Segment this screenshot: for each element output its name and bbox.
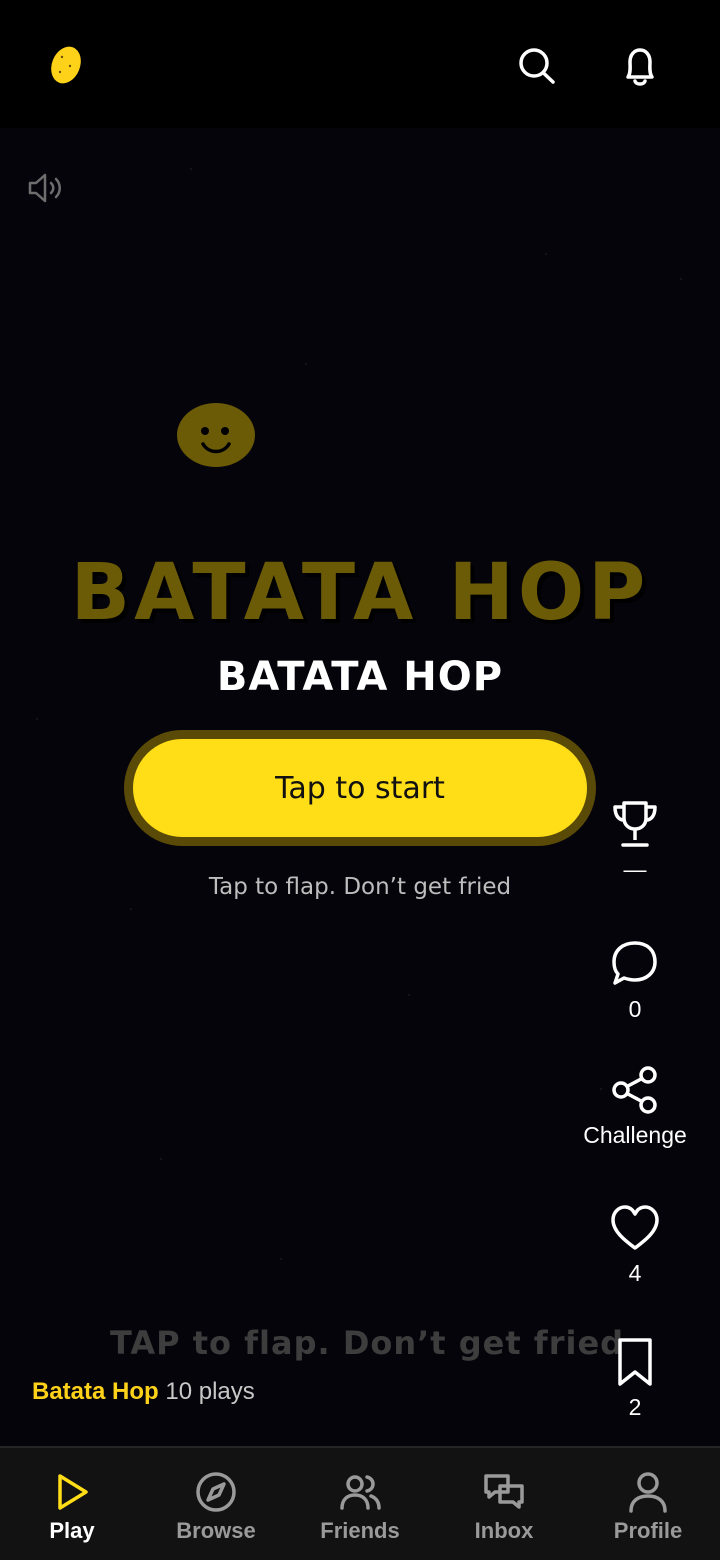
nav-friends-label: Friends: [320, 1518, 400, 1543]
nav-profile-label: Profile: [613, 1518, 683, 1543]
game-title: BATATA HOP: [216, 654, 504, 700]
compass-icon: [196, 1472, 236, 1512]
game-title-large: BATATA HOP: [70, 548, 650, 638]
heart-icon: [611, 1205, 659, 1250]
nav-browse-label: Browse: [176, 1518, 256, 1543]
potato-logo-icon[interactable]: [48, 44, 84, 86]
comment-icon: [612, 941, 657, 985]
bottom-nav: Play Browse Friends Inbox Profile: [0, 1446, 720, 1560]
leaderboard-label: —: [623, 856, 647, 882]
friends-icon: [340, 1475, 381, 1510]
bell-icon[interactable]: [620, 44, 660, 88]
game-meta: Batata Hop 10 plays: [32, 1378, 255, 1406]
save-count: 2: [628, 1394, 642, 1420]
bookmark-icon: [618, 1338, 652, 1386]
leaderboard-button[interactable]: —: [574, 798, 696, 883]
play-icon: [58, 1474, 88, 1510]
save-button[interactable]: 2: [574, 1336, 696, 1421]
share-icon: [612, 1066, 657, 1114]
search-icon[interactable]: [516, 44, 556, 88]
nav-browse[interactable]: Browse: [144, 1448, 288, 1560]
nav-play-label: Play: [49, 1518, 95, 1543]
like-button[interactable]: 4: [574, 1202, 696, 1287]
comment-count: 0: [628, 996, 642, 1022]
chat-bubbles-icon: [484, 1474, 524, 1509]
challenge-label: Challenge: [583, 1122, 687, 1148]
nav-profile[interactable]: Profile: [576, 1448, 720, 1560]
profile-icon: [629, 1472, 667, 1513]
nav-play[interactable]: Play: [0, 1448, 144, 1560]
speaker-icon[interactable]: [26, 170, 64, 206]
trophy-icon: [613, 801, 657, 847]
nav-friends[interactable]: Friends: [288, 1448, 432, 1560]
play-count: 10 plays: [165, 1378, 255, 1405]
start-button[interactable]: Tap to start: [124, 730, 596, 846]
game-name-link[interactable]: Batata Hop: [32, 1378, 159, 1405]
top-bar: [0, 0, 720, 128]
overlay-hint: TAP to flap. Don’t get fried: [110, 1324, 625, 1362]
potato-bird-icon: [177, 403, 255, 467]
like-count: 4: [628, 1260, 642, 1286]
nav-inbox-label: Inbox: [474, 1518, 534, 1543]
nav-inbox[interactable]: Inbox: [432, 1448, 576, 1560]
challenge-share-button[interactable]: Challenge: [574, 1064, 696, 1149]
comments-button[interactable]: 0: [574, 938, 696, 1023]
